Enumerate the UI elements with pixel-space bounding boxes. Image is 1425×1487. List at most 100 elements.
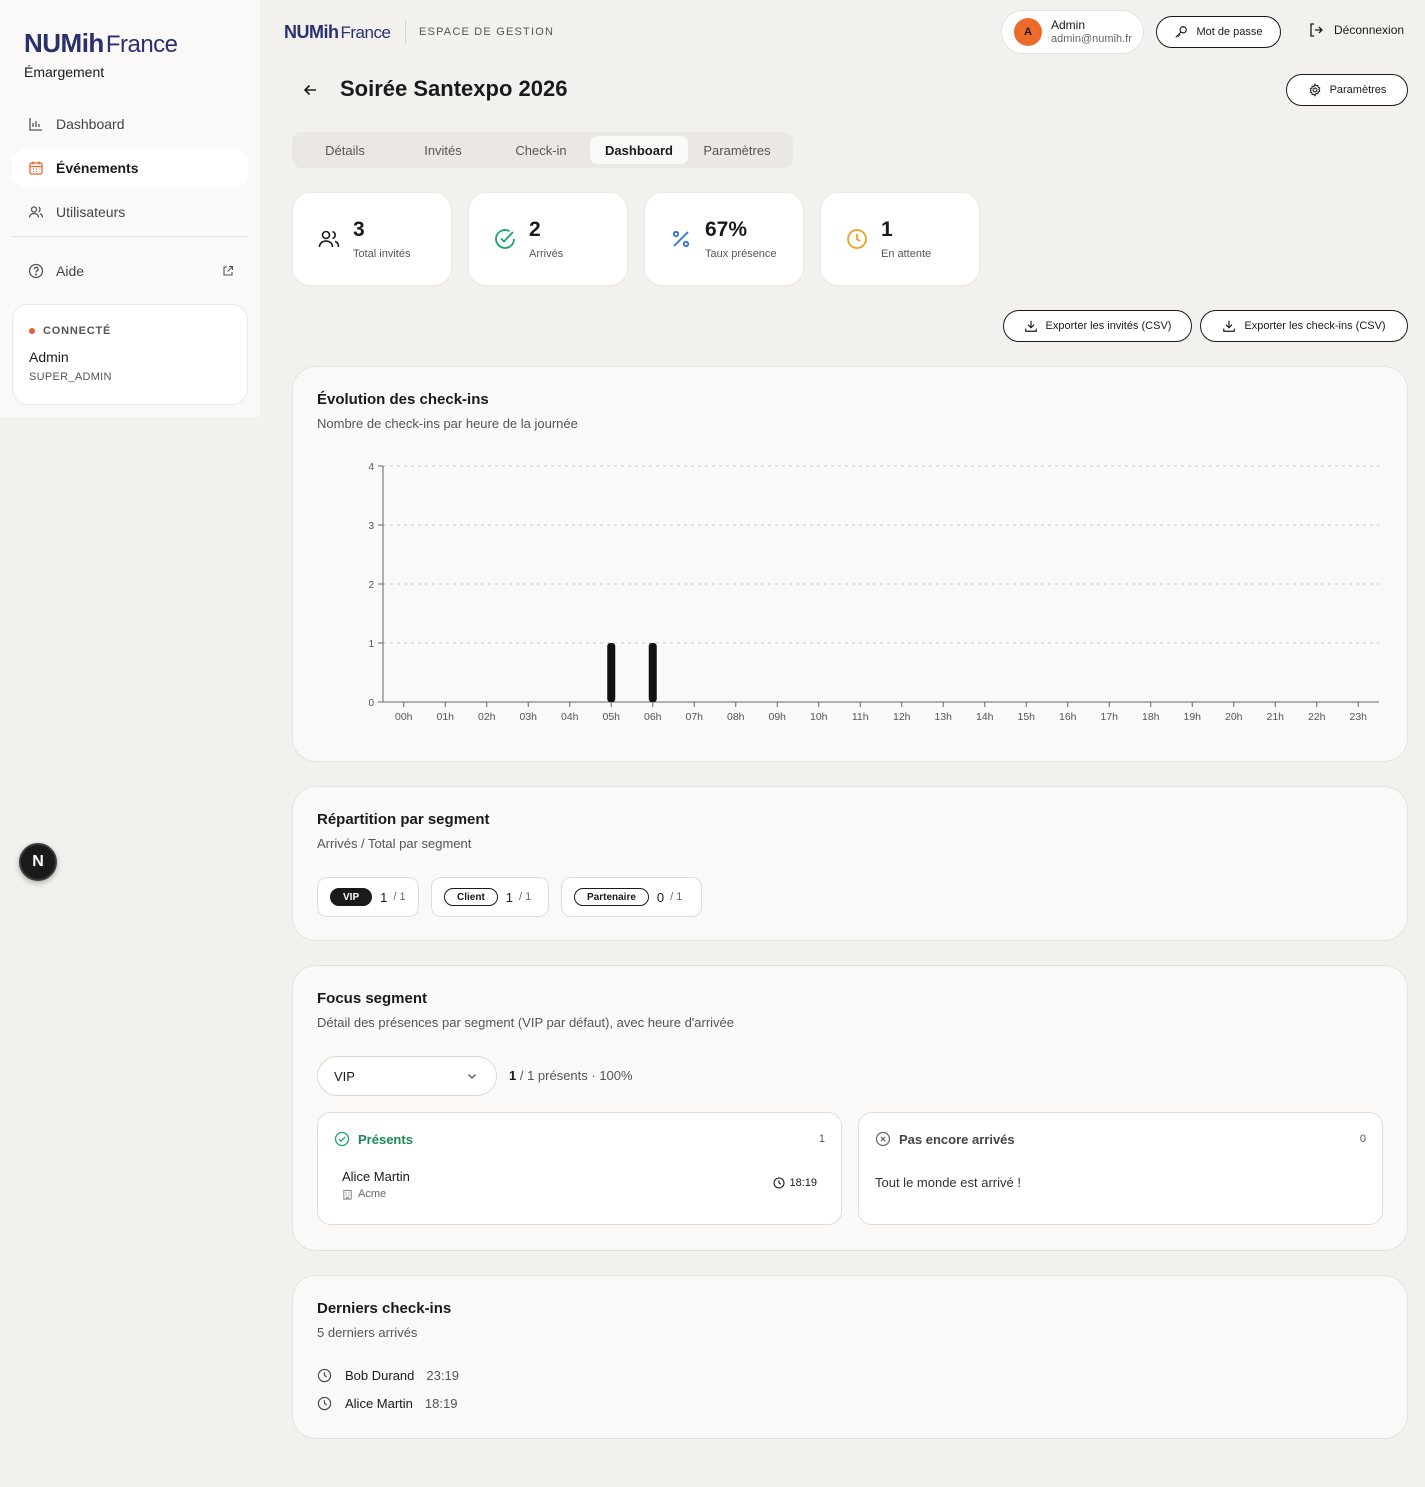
segment-pill: Client	[444, 888, 498, 906]
x-tick-label: 06h	[644, 711, 662, 723]
segment-select[interactable]: VIP	[317, 1056, 497, 1096]
stat-card-pending: 1 En attente	[820, 192, 980, 286]
nav-divider	[12, 236, 248, 237]
person-org-row: Acme	[342, 1188, 410, 1200]
evolution-card: Évolution des check-ins Nombre de check-…	[292, 366, 1408, 762]
stat-label: Taux présence	[705, 248, 777, 260]
user-menu[interactable]: A Admin admin@numih.fr	[1001, 10, 1144, 54]
segment-client[interactable]: Client 1 / 1	[431, 877, 549, 917]
segment-total: / 1	[670, 891, 683, 903]
absent-panel: Pas encore arrivés 0 Tout le monde est a…	[858, 1112, 1383, 1225]
tab-settings[interactable]: Paramètres	[688, 136, 786, 164]
stat-card-rate: 67% Taux présence	[644, 192, 804, 286]
chevron-down-icon	[468, 1074, 476, 1079]
tab-bar: Détails Invités Check-in Dashboard Param…	[292, 132, 793, 168]
export-checkins-label: Exporter les check-ins (CSV)	[1244, 320, 1386, 332]
x-tick-label: 02h	[478, 711, 496, 723]
x-tick-label: 20h	[1225, 711, 1243, 723]
logo-main-text: NUMih	[284, 22, 339, 42]
topbar-logo[interactable]: NUMih France	[284, 22, 391, 43]
external-link-icon	[223, 265, 234, 276]
sidebar-item-label: Utilisateurs	[56, 204, 126, 220]
list-item[interactable]: Alice Martin Acme	[342, 1169, 410, 1200]
sidebar-item-label: Événements	[56, 160, 139, 176]
x-tick-label: 09h	[768, 711, 786, 723]
sidebar-item-dashboard[interactable]: Dashboard	[12, 104, 248, 144]
present-count: 1	[818, 1133, 825, 1145]
segment-count: 1	[380, 889, 388, 905]
segment-partner[interactable]: Partenaire 0 / 1	[561, 877, 702, 917]
sidebar-logo[interactable]: NUMih France	[24, 28, 178, 59]
sidebar-subtitle: Émargement	[24, 64, 105, 80]
logout-button[interactable]: Déconnexion	[1308, 22, 1404, 38]
space-label: ESPACE DE GESTION	[419, 26, 555, 38]
users-icon	[318, 230, 340, 248]
stat-card-total: 3 Total invités	[292, 192, 452, 286]
x-tick-label: 19h	[1183, 711, 1201, 723]
user-email: admin@numih.fr	[1051, 33, 1132, 45]
x-tick-label: 13h	[934, 711, 952, 723]
logo-sub-text: France	[105, 31, 178, 58]
sidebar-item-label: Dashboard	[56, 116, 125, 132]
y-tick-label: 4	[368, 462, 374, 473]
export-checkins-button[interactable]: Exporter les check-ins (CSV)	[1200, 310, 1408, 342]
person-org: Acme	[358, 1188, 387, 1200]
settings-button[interactable]: Paramètres	[1286, 74, 1408, 106]
present-label: Présents	[358, 1131, 413, 1147]
tab-checkin[interactable]: Check-in	[492, 136, 590, 164]
clock-icon	[773, 1177, 786, 1189]
percent-icon	[672, 230, 690, 248]
present-header: Présents	[334, 1131, 413, 1147]
empty-message: Tout le monde est arrivé !	[875, 1175, 1021, 1190]
x-tick-label: 18h	[1142, 711, 1160, 723]
sidebar-nav: Dashboard Événements Utilisateurs Aide	[12, 104, 248, 295]
table-row: Bob Durand 23:19	[317, 1368, 459, 1383]
clock-icon	[317, 1368, 332, 1383]
next-dev-badge[interactable]: N	[19, 843, 57, 881]
y-tick-label: 0	[368, 698, 374, 709]
tab-dashboard[interactable]: Dashboard	[590, 136, 688, 164]
connected-label-row: CONNECTÉ	[29, 325, 231, 337]
connected-label: CONNECTÉ	[43, 325, 112, 337]
export-guests-button[interactable]: Exporter les invités (CSV)	[1003, 310, 1192, 342]
sidebar-item-events[interactable]: Événements	[12, 148, 248, 188]
segment-count: 0	[656, 889, 665, 905]
stat-label: Arrivés	[529, 248, 564, 260]
download-icon	[1024, 320, 1037, 332]
connected-card: CONNECTÉ Admin SUPER_ADMIN	[12, 304, 248, 405]
password-button[interactable]: Mot de passe	[1156, 16, 1281, 48]
chart-bar	[648, 643, 657, 702]
back-arrow-icon[interactable]	[302, 82, 318, 98]
focus-card: Focus segment Détail des présences par s…	[292, 965, 1408, 1251]
logo-main-text: NUMih	[24, 28, 104, 58]
segments-card: Répartition par segment Arrivés / Total …	[292, 786, 1408, 941]
sidebar-item-label: Aide	[56, 263, 85, 279]
stat-value: 1	[881, 218, 893, 241]
users-icon	[28, 206, 44, 218]
checkin-time: 18:19	[424, 1396, 458, 1411]
calendar-icon	[29, 161, 43, 175]
segment-total: / 1	[393, 891, 406, 903]
sidebar-item-help[interactable]: Aide	[12, 251, 248, 291]
segment-select-value: VIP	[334, 1068, 355, 1084]
chart-bar	[607, 643, 616, 702]
table-row: Alice Martin 18:19	[317, 1396, 457, 1411]
user-name: Admin	[1051, 18, 1086, 32]
tab-guests[interactable]: Invités	[394, 136, 492, 164]
x-tick-label: 16h	[1059, 711, 1077, 723]
check-circle-icon	[334, 1131, 350, 1147]
x-circle-icon	[875, 1131, 891, 1147]
tab-details[interactable]: Détails	[296, 136, 394, 164]
segment-vip[interactable]: VIP 1 / 1	[317, 877, 419, 917]
absent-label: Pas encore arrivés	[899, 1131, 1015, 1147]
connected-user-role: SUPER_ADMIN	[29, 371, 112, 383]
stat-card-arrived: 2 Arrivés	[468, 192, 628, 286]
x-tick-label: 08h	[727, 711, 745, 723]
sidebar-item-users[interactable]: Utilisateurs	[12, 192, 248, 232]
checkin-name: Alice Martin	[345, 1396, 413, 1411]
stat-label: En attente	[881, 248, 932, 260]
checkin-name: Bob Durand	[345, 1368, 415, 1383]
x-tick-label: 22h	[1308, 711, 1326, 723]
check-circle-icon	[495, 229, 515, 249]
stat-value: 3	[353, 218, 365, 241]
